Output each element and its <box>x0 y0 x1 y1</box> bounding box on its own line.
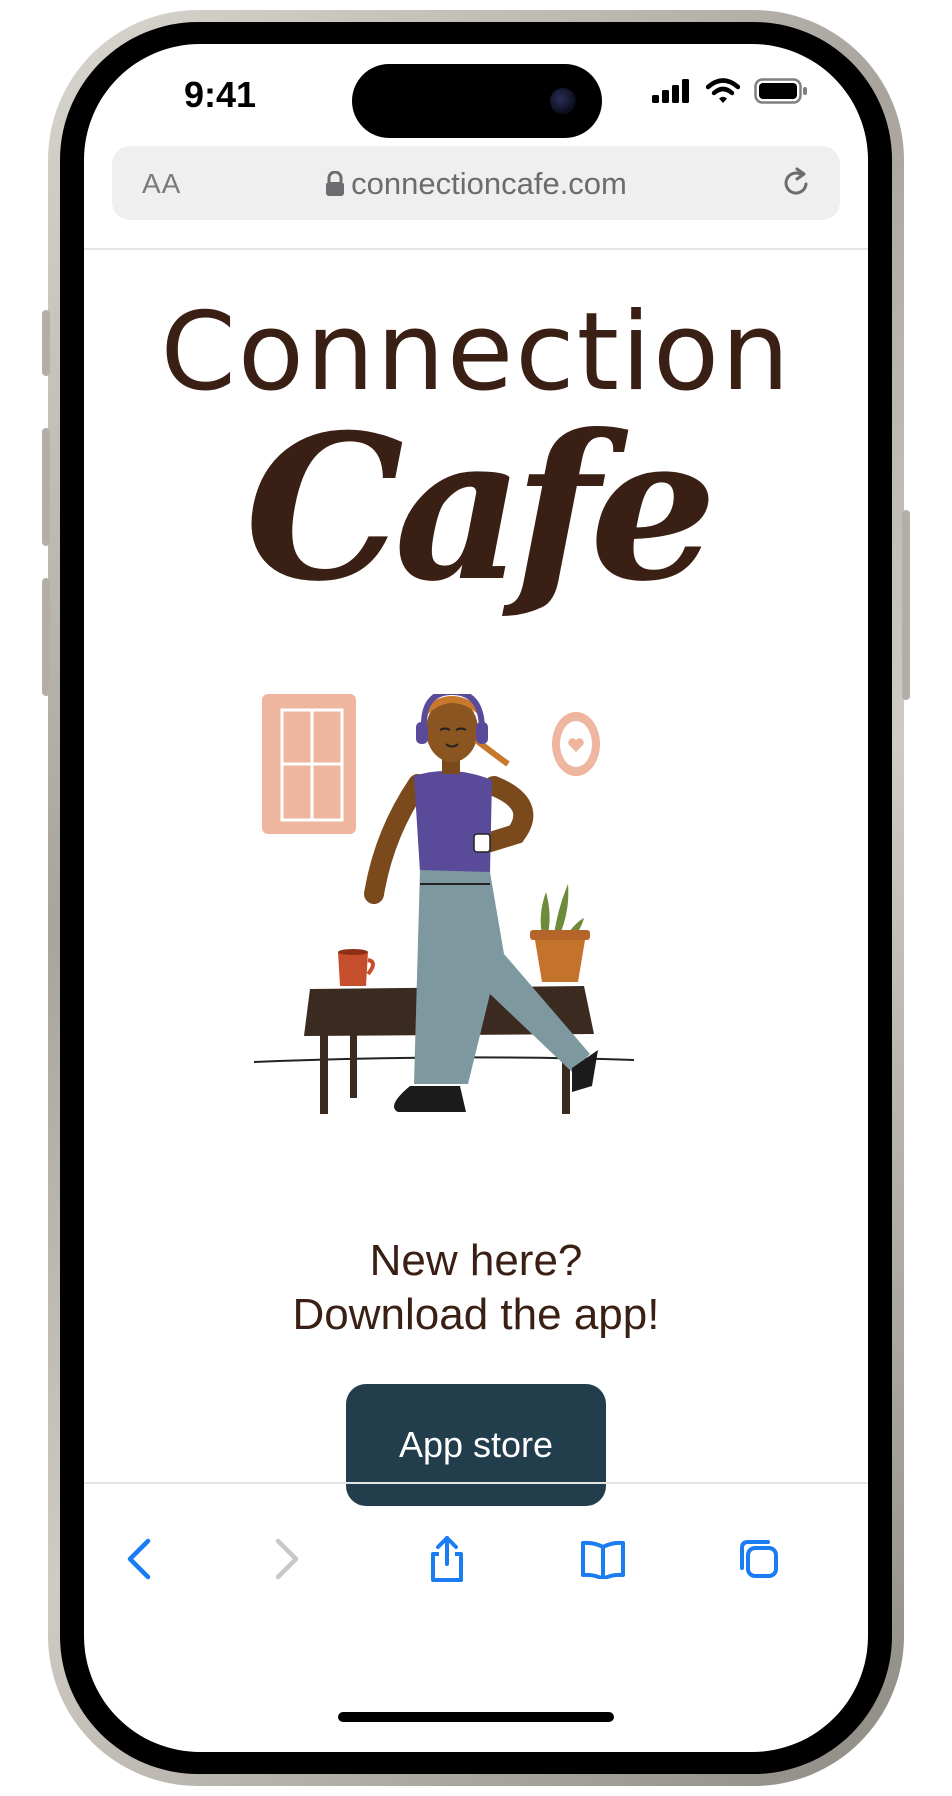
heart-frame-icon <box>552 712 600 776</box>
back-button[interactable] <box>104 1524 174 1594</box>
window-icon <box>262 694 356 834</box>
battery-icon <box>754 78 807 104</box>
cafe-illustration <box>254 694 635 1114</box>
cta-text: New here? Download the app! <box>84 1234 868 1342</box>
volume-up-button <box>42 428 50 546</box>
power-button <box>902 510 910 700</box>
reload-icon[interactable] <box>780 166 814 200</box>
bookmarks-button[interactable] <box>568 1524 638 1594</box>
screen: 9:41 AA connectioncafe.com Connection Ca… <box>84 44 868 1752</box>
wifi-icon <box>706 78 740 103</box>
silent-switch <box>42 310 50 376</box>
cta-line-2: Download the app! <box>292 1290 660 1339</box>
toolbar-divider-bottom <box>84 1482 868 1484</box>
bookmarks-icon <box>581 1540 625 1579</box>
share-icon <box>431 1536 463 1582</box>
tabs-icon <box>740 1540 778 1578</box>
cta-line-1: New here? <box>369 1236 583 1285</box>
back-icon <box>127 1538 151 1580</box>
status-time: 9:41 <box>184 74 257 115</box>
volume-down-button <box>42 578 50 696</box>
cellular-signal-icon <box>652 79 689 103</box>
app-store-button[interactable]: App store <box>346 1384 606 1506</box>
tabs-button[interactable] <box>724 1524 794 1594</box>
toolbar-divider-top <box>84 248 868 250</box>
browser-toolbar <box>84 1504 868 1614</box>
url-text: connectioncafe.com <box>351 166 627 201</box>
camera-icon <box>550 88 576 114</box>
address-bar[interactable]: AA connectioncafe.com <box>112 146 840 220</box>
forward-icon <box>275 1538 299 1580</box>
brand-title-cafe: Cafe <box>244 391 717 626</box>
home-indicator[interactable] <box>338 1712 614 1722</box>
lock-icon <box>326 171 345 196</box>
share-button[interactable] <box>412 1524 482 1594</box>
forward-button[interactable] <box>252 1524 322 1594</box>
status-icons <box>652 78 808 104</box>
url-field[interactable]: connectioncafe.com <box>112 166 840 202</box>
dynamic-island <box>352 64 602 138</box>
mug-icon <box>338 949 375 986</box>
plant-icon <box>530 884 590 982</box>
